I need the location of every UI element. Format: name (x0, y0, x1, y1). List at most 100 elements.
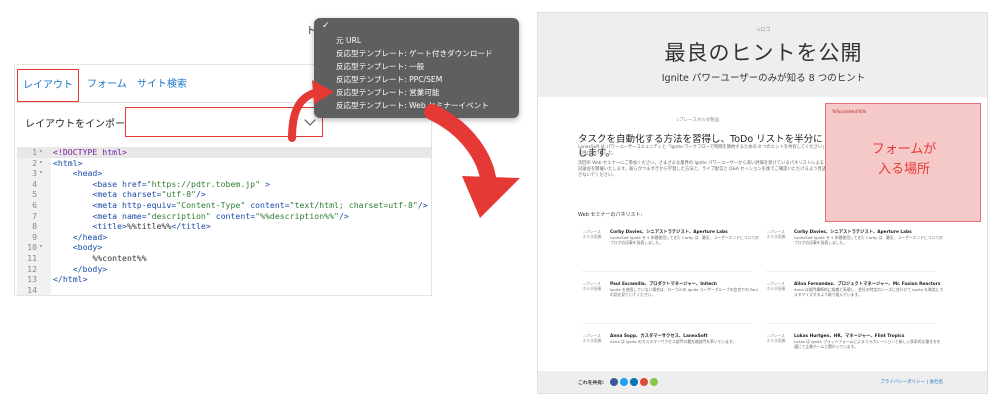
line-number: 6 (32, 200, 37, 210)
divider (582, 271, 752, 272)
line-number: 3 (32, 168, 37, 179)
speaker-image-placeholder: ▫プレースホルダ画像 (582, 333, 602, 343)
fold-arrow-icon[interactable]: ▾ (39, 147, 43, 158)
code-line[interactable]: 4 <base href="https://pdtr.tobem.jp" > (17, 179, 431, 190)
landing-page-preview: ▫ロゴ 最良のヒントを公開 Ignite パワーユーザーのみが知る 8 つのヒン… (537, 12, 988, 394)
divider (766, 323, 936, 324)
speaker-bio: Lukas は Ignite プラットフォームによるコラボレーションと新しい多彩… (794, 339, 941, 349)
code-line[interactable]: 5 <meta charset="utf-8"/> (17, 189, 431, 200)
footer-links[interactable]: プライバシーポリシー | 会社名 (880, 379, 943, 385)
share-more-icon[interactable] (650, 378, 658, 386)
line-number: 1 (32, 147, 37, 157)
code-text: </html> (53, 274, 88, 285)
logo-placeholder: ▫ロゴ (756, 27, 771, 33)
code-line[interactable]: 7 <meta name="description" content="%%de… (17, 211, 431, 222)
code-text: <head> (72, 168, 103, 179)
code-text: <title>%%title%%</title> (92, 221, 211, 232)
speaker-bio: LanexSoft Ignite を 5 年間使用してきた Corby は、最近… (794, 235, 943, 245)
tab-layout[interactable]: レイアウト (17, 69, 79, 102)
speaker-card: ▫プレースホルダ画像 Alina Fernandez、プロジェクトマネージャー、M… (766, 281, 956, 321)
speaker-image-placeholder: ▫プレースホルダ画像 (582, 281, 602, 291)
code-line[interactable]: 11 %%content%% (17, 253, 431, 264)
panelist-heading: Web セミナーのパネリスト: (578, 212, 643, 218)
speaker-bio: Ignite を使用していない場合は、ローカルの Ignite ユーザーグループ… (610, 287, 758, 297)
code-text: </head> (72, 231, 108, 242)
line-number: 9 (32, 231, 37, 242)
line-number: 11 (27, 253, 37, 263)
code-line[interactable]: 10 ▾ <body> (17, 242, 431, 253)
hero-banner: ▫ロゴ 最良のヒントを公開 Ignite パワーユーザーのみが知る 8 つのヒン… (538, 13, 987, 97)
speaker-image-placeholder: ▫プレースホルダ画像 (582, 229, 602, 239)
menu-item-original-url[interactable]: 元 URL (336, 35, 361, 47)
code-text: <meta http-equiv="Content-Type" content=… (92, 200, 428, 210)
import-layout-label: レイアウトをインポート (25, 119, 135, 130)
code-line[interactable]: 8 <title>%%title%%</title> (17, 221, 431, 232)
tab-site-search[interactable]: サイト検索 (137, 75, 187, 90)
hero-title: 最良のヒントを公開 (664, 41, 863, 65)
divider (766, 271, 936, 272)
line-number: 10 (27, 242, 37, 253)
code-text: <html> (53, 157, 83, 168)
fold-arrow-icon[interactable]: ▾ (39, 158, 43, 169)
speaker-image-placeholder: ▫プレースホルダ画像 (766, 333, 786, 343)
share-label: これを共有: (578, 381, 604, 386)
code-line[interactable]: 1 ▾ <!DOCTYPE html> (17, 147, 431, 158)
code-text: <!DOCTYPE html> (53, 147, 127, 157)
speaker-card: ▫プレースホルダ画像 Paul Escamilla、プロダクトマネージャー、Ini… (582, 281, 772, 321)
code-line[interactable]: 6 <meta http-equiv="Content-Type" conten… (17, 200, 431, 211)
code-line[interactable]: 13 </html> (17, 274, 431, 285)
line-number: 13 (27, 274, 37, 285)
code-text: <meta name="description" content="%%desc… (92, 210, 349, 221)
line-number: 5 (32, 189, 37, 200)
code-text: %%content%% (53, 253, 147, 263)
menu-item-webinar-event[interactable]: 反応型テンプレート: Web セミナーイベント (336, 100, 489, 112)
twitter-icon[interactable] (620, 378, 628, 386)
speaker-image-placeholder: ▫プレースホルダ画像 (766, 281, 786, 291)
tab-form[interactable]: フォーム (87, 75, 127, 90)
template-dropdown-menu: ✓ 元 URL 反応型テンプレート: ゲート付きダウンロード 反応型テンプレート… (314, 18, 519, 118)
chevron-down-icon (304, 114, 316, 126)
speaker-image-placeholder: ▫プレースホルダ画像 (766, 229, 786, 239)
menu-item-ppc-sem[interactable]: 反応型テンプレート: PPC/SEM (336, 74, 442, 86)
intro-paragraph: LanexSoft は パワーユーザーコミュニティと「Ignite ワークフロー… (578, 145, 827, 156)
speaker-bio: LanexSoft Ignite を 5 年間使用してきた Corby は、最近… (610, 235, 759, 245)
speaker-card: ▫プレースホルダ画像 Corby Davies、シニアストラテジスト、Apertu… (582, 229, 772, 269)
facebook-icon[interactable] (610, 378, 618, 386)
speaker-card: ▫プレースホルダ画像 Lukas Hurtgen、HR、マネージャー、Flint … (766, 333, 956, 373)
code-line[interactable]: 9 </head> (17, 232, 431, 243)
speaker-bio: Anna は部門横断的に組織と表現し、会社の特定のニーズに合わせて Ignite… (794, 287, 944, 297)
preview-footer: これを共有: プライバシーポリシー | 会社名 (538, 371, 987, 393)
menu-item-general[interactable]: 反応型テンプレート: 一般 (336, 61, 424, 73)
line-number: 14 (27, 284, 37, 295)
import-layout-select[interactable] (125, 107, 323, 137)
menu-item-gated-download[interactable]: 反応型テンプレート: ゲート付きダウンロード (336, 48, 493, 60)
line-number: 2 (32, 157, 37, 168)
menu-item-sales-ready[interactable]: 反応型テンプレート: 営業可能 (336, 87, 439, 99)
content-tag: %%content%% (832, 110, 867, 115)
code-text: <base href="https://pdtr.tobem.jp" > (92, 178, 270, 189)
code-line[interactable]: 12 </body> (17, 264, 431, 275)
product-image-placeholder: ▫プレースホルダ製品 (676, 118, 720, 123)
code-text: <meta charset="utf-8"/> (92, 189, 206, 200)
code-text: <body> (72, 242, 103, 253)
code-line[interactable]: 2 ▾ <html> (17, 158, 431, 169)
form-location-caption: フォームが 入る場所 (871, 142, 937, 177)
code-line[interactable]: 14 (17, 285, 431, 296)
line-number: 4 (32, 178, 37, 189)
fold-arrow-icon[interactable]: ▾ (39, 242, 43, 253)
line-number: 7 (32, 210, 37, 221)
speaker-card: ▫プレースホルダ画像 Corby Davies、シニアストラテジスト、Apertu… (766, 229, 956, 269)
checkmark-icon: ✓ (322, 21, 330, 31)
hero-subtitle: Ignite パワーユーザーのみが知る 8 つのヒント (661, 73, 866, 84)
code-text: </body> (72, 263, 108, 274)
speaker-bio: Anna は Ignite のカスタマーサクセス部門の最先端部門を率いています。 (610, 339, 737, 344)
linkedin-icon[interactable] (630, 378, 638, 386)
webinar-paragraph: 次回の Web セミナーにご参加ください。さまざまな業界の Ignite パワー… (578, 161, 827, 178)
divider (582, 323, 752, 324)
speaker-card: ▫プレースホルダ画像 Anna Sopp、カスタマーサクセス、LanexSoft A… (582, 333, 772, 373)
fold-arrow-icon[interactable]: ▾ (39, 168, 43, 179)
google-plus-icon[interactable] (640, 378, 648, 386)
line-number: 8 (32, 221, 37, 232)
code-line[interactable]: 3 ▾ <head> (17, 168, 431, 179)
form-placeholder-box: %%content%% フォームが 入る場所 (825, 103, 981, 222)
